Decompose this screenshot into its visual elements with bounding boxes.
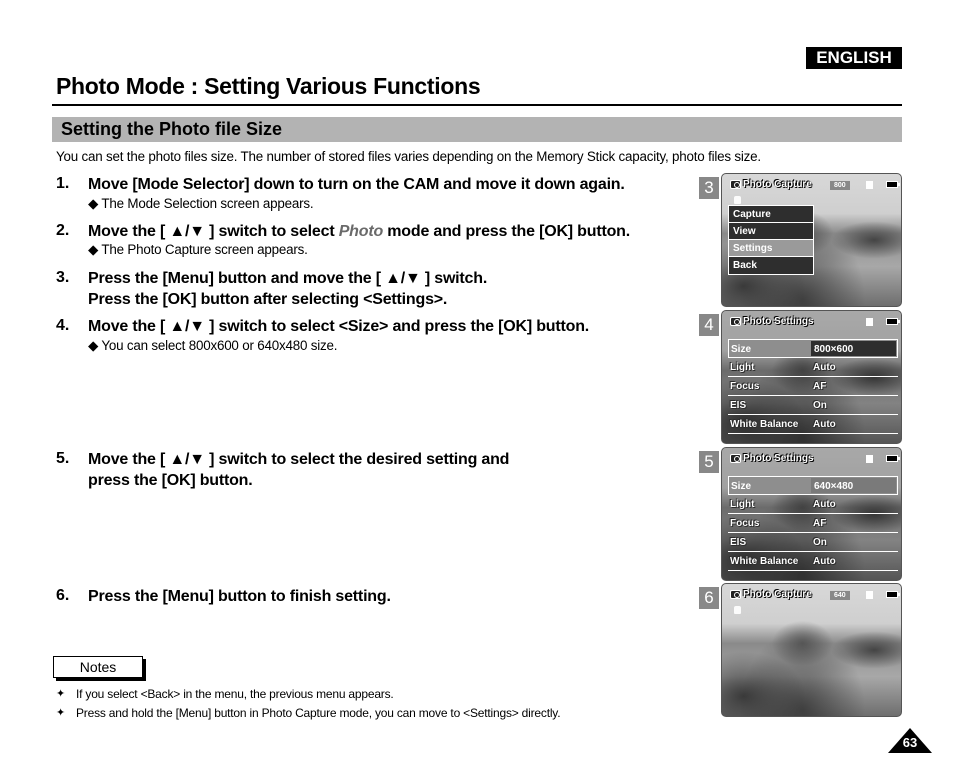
screen-number: 3 [699, 177, 719, 199]
setting-row-light[interactable]: Light Auto [728, 358, 898, 377]
setting-label: Size [731, 481, 752, 492]
setting-label: EIS [730, 537, 747, 548]
step-text-part: mode and press the [OK] button. [383, 223, 630, 240]
setting-value: On [813, 400, 827, 411]
step-text: Move the [ ▲/▼ ] switch to select <Size>… [88, 318, 590, 335]
setting-row-white-balance[interactable]: White Balance Auto [728, 552, 898, 571]
setting-value: On [813, 537, 827, 548]
capture-menu: Capture View Settings Back [728, 205, 814, 275]
step-number: 3. [56, 269, 70, 286]
setting-value: 640×480 [814, 481, 854, 492]
setting-value: Auto [813, 556, 836, 567]
step-text: Press the [Menu] button and move the [ ▲… [88, 270, 488, 287]
battery-icon [886, 455, 900, 462]
setting-row-eis[interactable]: EIS On [728, 396, 898, 415]
setting-label: White Balance [730, 419, 799, 430]
setting-label: White Balance [730, 556, 799, 567]
setting-label: Light [730, 499, 755, 510]
setting-row-size[interactable]: Size 800×600 [728, 339, 898, 358]
screen-title: Photo Capture [743, 179, 812, 190]
camera-screen-photo-settings-800: Photo Settings Size 800×600 Light Auto Foc… [721, 310, 902, 444]
step-subnote: ◆ You can select 800x600 or 640x480 size… [88, 338, 338, 353]
step-text: Press the [Menu] button to finish settin… [88, 588, 391, 605]
anti-shake-icon [734, 606, 741, 614]
bullet-icon: ✦ [56, 707, 66, 719]
memory-card-icon [866, 591, 873, 599]
resolution-indicator: 640 [830, 591, 850, 600]
memory-card-icon [866, 181, 873, 189]
setting-label: Light [730, 362, 755, 373]
camera-screen-photo-settings-640: Photo Settings Size 640×480 Light Auto Foc… [721, 447, 902, 581]
resolution-indicator: 800 [830, 181, 850, 190]
setting-row-light[interactable]: Light Auto [728, 495, 898, 514]
note-text: If you select <Back> in the menu, the pr… [76, 687, 394, 701]
intro-paragraph: You can set the photo files size. The nu… [56, 149, 761, 164]
camera-screen-photo-capture-menu: Photo Capture 800 Capture View Settings … [721, 173, 902, 307]
setting-label: Size [731, 344, 752, 355]
step-number: 5. [56, 450, 70, 467]
photo-mode-emphasis: Photo [338, 223, 384, 240]
setting-value: AF [813, 518, 827, 529]
setting-row-focus[interactable]: Focus AF [728, 514, 898, 533]
title-divider [52, 104, 902, 106]
step-text: Move [Mode Selector] down to turn on the… [88, 176, 625, 193]
menu-item-capture[interactable]: Capture [729, 206, 813, 223]
osd-title: Photo Capture [730, 179, 812, 190]
page-title: Photo Mode : Setting Various Functions [56, 73, 481, 99]
screen-number: 4 [699, 314, 719, 336]
setting-value: Auto [813, 362, 836, 373]
notes-label: Notes [53, 656, 143, 678]
camera-icon [730, 590, 741, 599]
step-subnote: ◆ The Photo Capture screen appears. [88, 242, 308, 257]
setting-label: Focus [730, 518, 760, 529]
memory-card-icon [866, 455, 873, 463]
setting-value: 800×600 [814, 344, 854, 355]
step-number: 6. [56, 587, 70, 604]
screen-number: 5 [699, 451, 719, 473]
note-text: Press and hold the [Menu] button in Phot… [76, 706, 561, 720]
screen-title: Photo Settings [743, 453, 814, 464]
step-text: Press the [OK] button after selecting <S… [88, 291, 448, 308]
step-text: Move the [ ▲/▼ ] switch to select the de… [88, 451, 510, 468]
osd-title: Photo Settings [730, 316, 814, 327]
step-text: Move the [ ▲/▼ ] switch to select Photo … [88, 221, 630, 242]
step-text: press the [OK] button. [88, 472, 253, 489]
screen-title: Photo Settings [743, 316, 814, 327]
screen-title: Photo Capture [743, 589, 812, 600]
step-text-part: Move the [ ▲/▼ ] switch to select [88, 223, 339, 240]
osd-title: Photo Capture [730, 589, 812, 600]
setting-value: Auto [813, 419, 836, 430]
step-number: 4. [56, 317, 70, 334]
setting-row-white-balance[interactable]: White Balance Auto [728, 415, 898, 434]
screen-number: 6 [699, 587, 719, 609]
page-number: 63 [902, 735, 918, 750]
camera-screen-photo-capture: Photo Capture 640 [721, 583, 902, 717]
camera-icon [730, 180, 741, 189]
language-badge: ENGLISH [806, 47, 902, 69]
setting-row-size[interactable]: Size 640×480 [728, 476, 898, 495]
memory-card-icon [866, 318, 873, 326]
osd-title: Photo Settings [730, 453, 814, 464]
section-title: Setting the Photo file Size [61, 119, 283, 139]
step-number: 2. [56, 222, 70, 239]
battery-icon [886, 591, 900, 598]
anti-shake-icon [734, 196, 741, 204]
step-subnote: ◆ The Mode Selection screen appears. [88, 196, 314, 211]
setting-row-focus[interactable]: Focus AF [728, 377, 898, 396]
setting-row-eis[interactable]: EIS On [728, 533, 898, 552]
battery-icon [886, 318, 900, 325]
menu-item-settings[interactable]: Settings [729, 240, 813, 257]
setting-label: EIS [730, 400, 747, 411]
camera-icon [730, 454, 741, 463]
bullet-icon: ✦ [56, 688, 66, 700]
battery-icon [886, 181, 900, 188]
step-number: 1. [56, 175, 70, 192]
camera-icon [730, 317, 741, 326]
menu-item-back[interactable]: Back [729, 257, 813, 274]
setting-value: AF [813, 381, 827, 392]
menu-item-view[interactable]: View [729, 223, 813, 240]
setting-label: Focus [730, 381, 760, 392]
setting-value: Auto [813, 499, 836, 510]
